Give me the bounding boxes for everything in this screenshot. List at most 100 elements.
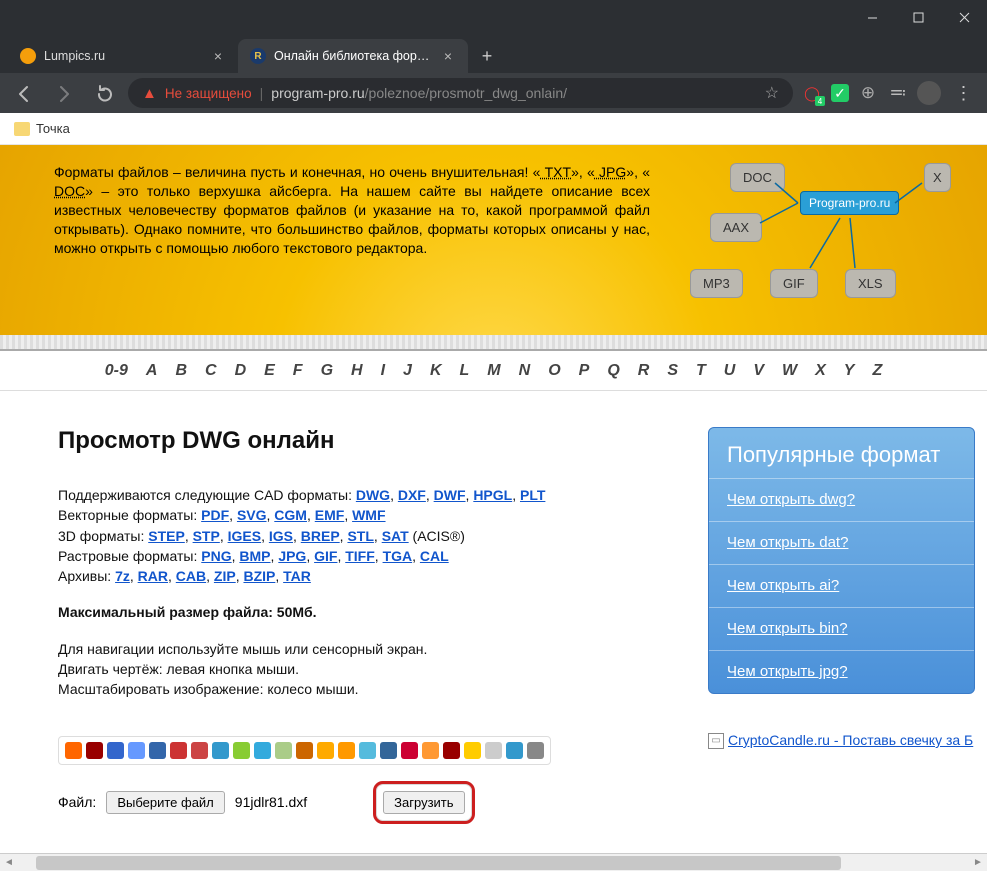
alpha-link[interactable]: K — [424, 362, 448, 380]
choose-file-button[interactable]: Выберите файл — [106, 791, 224, 814]
tag-x[interactable]: X — [924, 163, 951, 192]
format-link[interactable]: WMF — [352, 507, 385, 523]
window-close-button[interactable] — [941, 0, 987, 35]
share-icon[interactable] — [338, 742, 355, 759]
tag-mp3[interactable]: MP3 — [690, 269, 743, 298]
format-link[interactable]: TAR — [283, 568, 311, 584]
share-icon[interactable] — [233, 742, 250, 759]
alpha-link[interactable]: M — [481, 362, 506, 380]
share-icon[interactable] — [443, 742, 460, 759]
alpha-link[interactable]: W — [776, 362, 803, 380]
alpha-link[interactable]: 0-9 — [99, 362, 134, 380]
tab-lumpics[interactable]: Lumpics.ru × — [8, 39, 238, 73]
chrome-menu-button[interactable]: ⋮ — [949, 83, 979, 104]
sidebar-item[interactable]: Чем открыть dat? — [709, 521, 974, 564]
format-link[interactable]: HPGL — [473, 487, 512, 503]
sidebar-item-link[interactable]: Чем открыть bin? — [727, 620, 848, 637]
share-icon[interactable] — [212, 742, 229, 759]
upload-button[interactable]: Загрузить — [383, 791, 464, 814]
link-jpg[interactable]: JPG — [595, 164, 626, 180]
forward-button[interactable] — [48, 77, 80, 109]
sidebar-item-link[interactable]: Чем открыть ai? — [727, 577, 839, 594]
scrollbar-thumb[interactable] — [36, 856, 841, 870]
horizontal-scrollbar[interactable]: ◄ ► — [0, 853, 987, 871]
format-link[interactable]: IGES — [228, 528, 261, 544]
format-link[interactable]: ZIP — [214, 568, 236, 584]
alpha-link[interactable]: A — [140, 362, 164, 380]
alpha-link[interactable]: R — [632, 362, 656, 380]
format-link[interactable]: EMF — [315, 507, 345, 523]
alpha-link[interactable]: O — [542, 362, 566, 380]
format-link[interactable]: BREP — [301, 528, 340, 544]
alpha-link[interactable]: G — [315, 362, 339, 380]
share-icon[interactable] — [296, 742, 313, 759]
sidebar-item-link[interactable]: Чем открыть dwg? — [727, 491, 855, 508]
share-icon[interactable] — [149, 742, 166, 759]
format-link[interactable]: RAR — [138, 568, 168, 584]
share-icon[interactable] — [485, 742, 502, 759]
alpha-link[interactable]: I — [375, 362, 391, 380]
share-icon[interactable] — [401, 742, 418, 759]
share-icon[interactable] — [422, 742, 439, 759]
close-icon[interactable]: × — [210, 48, 226, 64]
sidebar-item[interactable]: Чем открыть dwg? — [709, 478, 974, 521]
share-icon[interactable] — [254, 742, 271, 759]
alpha-link[interactable]: Z — [866, 362, 888, 380]
alpha-link[interactable]: P — [573, 362, 596, 380]
alpha-link[interactable]: J — [397, 362, 418, 380]
tag-doc[interactable]: DOC — [730, 163, 785, 192]
tab-program-pro[interactable]: R Онлайн библиотека форматов × — [238, 39, 468, 73]
format-link[interactable]: BMP — [239, 548, 270, 564]
share-icon[interactable] — [464, 742, 481, 759]
window-minimize-button[interactable] — [849, 0, 895, 35]
scroll-left-icon[interactable]: ◄ — [0, 857, 18, 868]
format-link[interactable]: 7z — [115, 568, 130, 584]
tag-aax[interactable]: AAX — [710, 213, 762, 242]
format-link[interactable]: BZIP — [243, 568, 275, 584]
share-icon[interactable] — [506, 742, 523, 759]
alpha-link[interactable]: D — [229, 362, 253, 380]
bookmark-star-icon[interactable]: ☆ — [765, 83, 779, 103]
alpha-link[interactable]: Y — [838, 362, 861, 380]
alpha-link[interactable]: Q — [601, 362, 625, 380]
close-icon[interactable]: × — [440, 48, 456, 64]
alpha-link[interactable]: U — [718, 362, 742, 380]
format-link[interactable]: SVG — [237, 507, 267, 523]
back-button[interactable] — [8, 77, 40, 109]
site-bubble[interactable]: Program-pro.ru — [800, 191, 899, 215]
extension-check-icon[interactable]: ✓ — [831, 84, 849, 102]
alpha-link[interactable]: L — [454, 362, 476, 380]
window-maximize-button[interactable] — [895, 0, 941, 35]
format-link[interactable]: SAT — [382, 528, 409, 544]
alpha-link[interactable]: X — [809, 362, 832, 380]
alpha-link[interactable]: N — [513, 362, 537, 380]
extension-globe-icon[interactable]: ⊕ — [857, 82, 879, 104]
share-icon[interactable] — [107, 742, 124, 759]
sidebar-item[interactable]: Чем открыть bin? — [709, 607, 974, 650]
sidebar-item[interactable]: Чем открыть jpg? — [709, 650, 974, 693]
share-icon[interactable] — [359, 742, 376, 759]
sidebar-item-link[interactable]: Чем открыть dat? — [727, 534, 848, 551]
profile-avatar[interactable] — [917, 81, 941, 105]
alpha-link[interactable]: C — [199, 362, 223, 380]
share-icon[interactable] — [170, 742, 187, 759]
format-link[interactable]: JPG — [278, 548, 306, 564]
alpha-link[interactable]: E — [258, 362, 281, 380]
link-txt[interactable]: TXT — [540, 164, 571, 180]
format-link[interactable]: STL — [347, 528, 373, 544]
format-link[interactable]: STP — [193, 528, 220, 544]
format-link[interactable]: TGA — [383, 548, 413, 564]
format-link[interactable]: DWF — [434, 487, 466, 503]
new-tab-button[interactable]: + — [472, 41, 502, 71]
tag-gif[interactable]: GIF — [770, 269, 818, 298]
bookmark-item[interactable]: Точка — [36, 121, 70, 136]
sidebar-item[interactable]: Чем открыть ai? — [709, 564, 974, 607]
omnibox[interactable]: ▲ Не защищено | program-pro.ru/poleznoe/… — [128, 78, 793, 108]
share-icon[interactable] — [65, 742, 82, 759]
alpha-link[interactable]: F — [287, 362, 309, 380]
scroll-right-icon[interactable]: ► — [969, 857, 987, 868]
alpha-link[interactable]: T — [690, 362, 712, 380]
format-link[interactable]: DXF — [398, 487, 426, 503]
format-link[interactable]: PNG — [201, 548, 231, 564]
format-link[interactable]: CAB — [176, 568, 206, 584]
